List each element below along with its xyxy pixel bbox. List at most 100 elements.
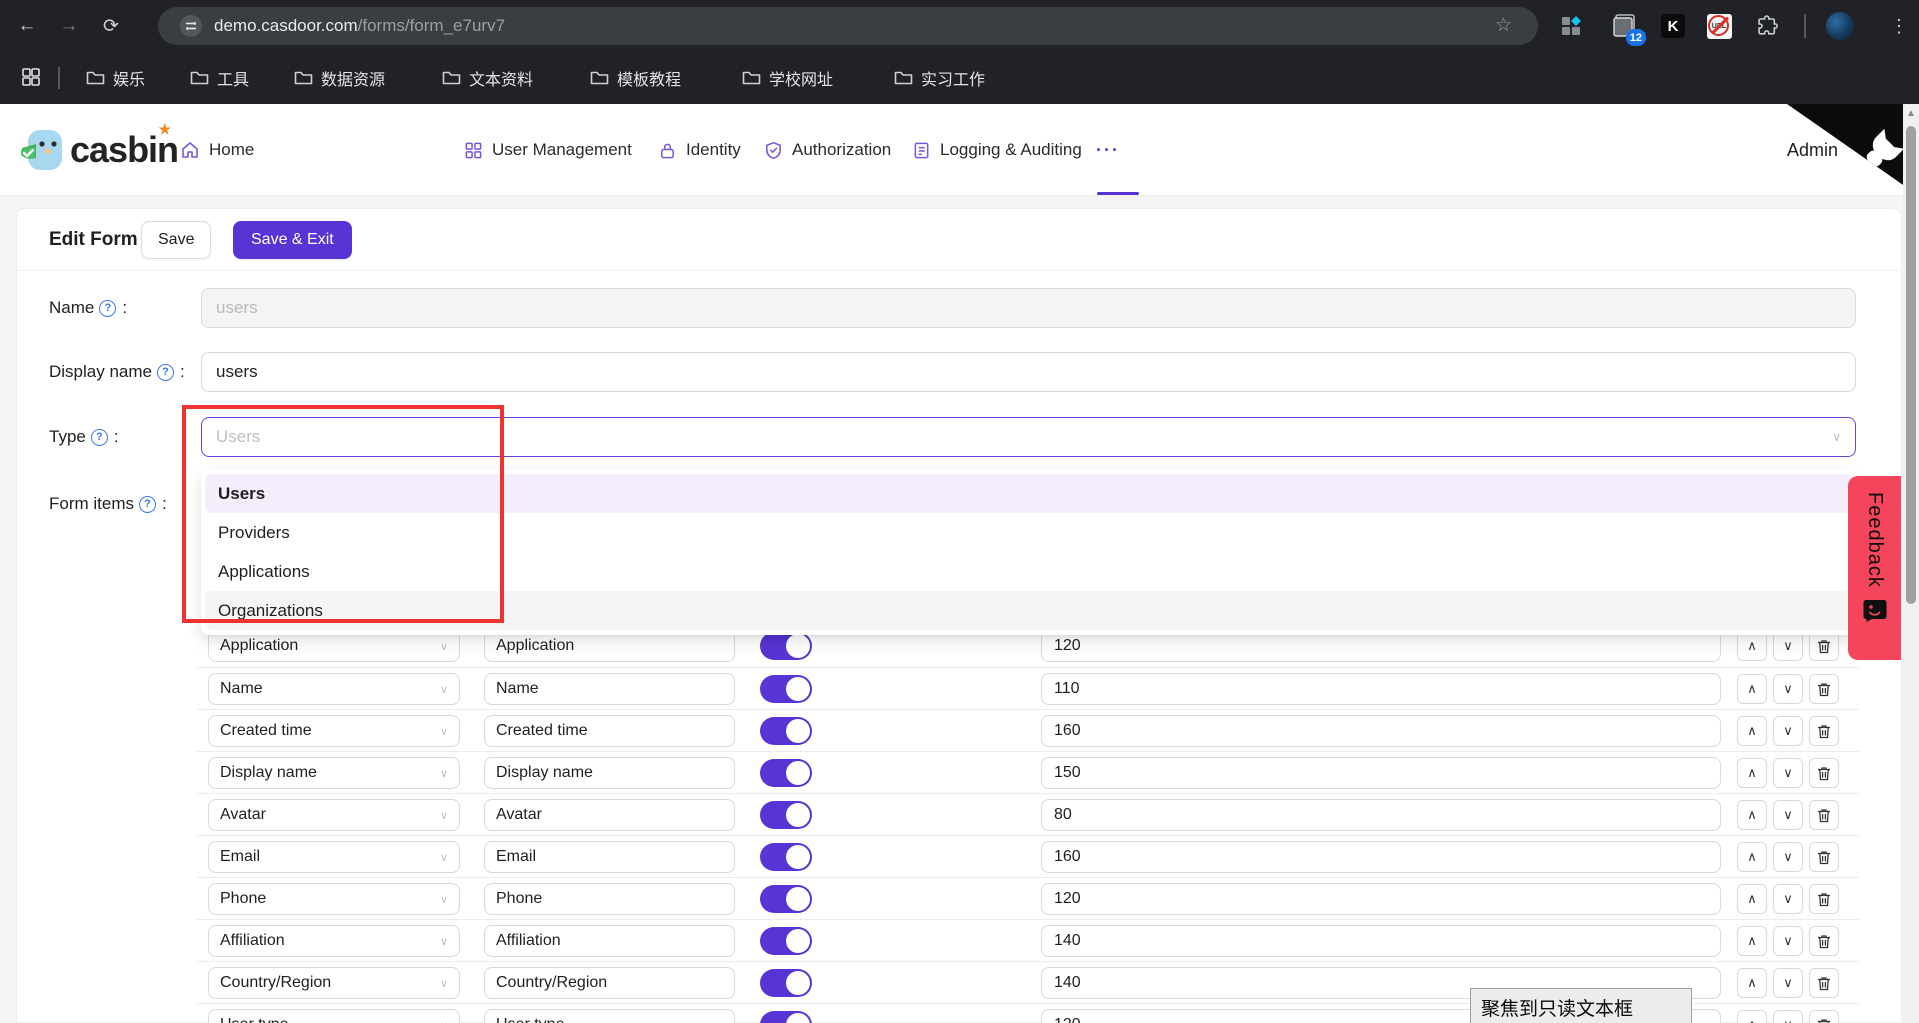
bookmark-folder[interactable]: 实习工作 xyxy=(894,52,985,104)
row-width-input[interactable] xyxy=(1041,841,1721,873)
move-down-button[interactable]: ∨ xyxy=(1773,800,1803,830)
scrollbar-up-arrow[interactable]: ▲ xyxy=(1903,106,1919,122)
type-select[interactable]: Users ∨ xyxy=(201,417,1856,457)
row-display-name-input[interactable] xyxy=(484,673,735,705)
page-scrollbar[interactable]: ▲ xyxy=(1903,104,1919,1023)
move-up-button[interactable]: ∧ xyxy=(1737,968,1767,998)
name-input[interactable] xyxy=(201,288,1856,328)
delete-row-button[interactable] xyxy=(1809,968,1839,998)
row-visible-toggle[interactable] xyxy=(760,969,812,997)
row-display-name-input[interactable] xyxy=(484,1009,735,1023)
bookmark-folder[interactable]: 数据资源 xyxy=(294,52,385,104)
dropdown-option[interactable]: Users xyxy=(205,474,1852,513)
row-display-name-input[interactable] xyxy=(484,925,735,957)
feedback-tab[interactable]: Feedback xyxy=(1848,476,1901,660)
save-exit-button[interactable]: Save & Exit xyxy=(233,221,352,259)
help-tooltip-icon[interactable]: ? xyxy=(157,364,174,381)
row-display-name-input[interactable] xyxy=(484,967,735,999)
bookmark-star-icon[interactable]: ☆ xyxy=(1495,14,1512,37)
delete-row-button[interactable] xyxy=(1809,716,1839,746)
extensions-puzzle-icon[interactable] xyxy=(1752,11,1782,41)
move-down-button[interactable]: ∨ xyxy=(1773,716,1803,746)
move-up-button[interactable]: ∧ xyxy=(1737,884,1767,914)
bookmark-folder[interactable]: 模板教程 xyxy=(590,52,681,104)
dropdown-option[interactable]: Providers xyxy=(205,513,1852,552)
move-down-button[interactable]: ∨ xyxy=(1773,631,1803,661)
url-text[interactable]: demo.casdoor.com/forms/form_e7urv7 xyxy=(214,7,505,45)
back-icon[interactable]: ← xyxy=(12,11,42,41)
move-up-button[interactable]: ∧ xyxy=(1737,758,1767,788)
help-tooltip-icon[interactable]: ? xyxy=(139,496,156,513)
extension-url-blocker-icon[interactable]: URL xyxy=(1704,11,1734,41)
dropdown-option[interactable]: Organizations xyxy=(205,591,1852,630)
move-up-button[interactable]: ∧ xyxy=(1737,1010,1767,1023)
save-button[interactable]: Save xyxy=(141,221,211,259)
delete-row-button[interactable] xyxy=(1809,631,1839,661)
extension-k-icon[interactable]: K xyxy=(1658,11,1688,41)
row-width-input[interactable] xyxy=(1041,757,1721,789)
nav-item-logging-auditing[interactable]: Logging & Auditing xyxy=(912,104,1082,196)
nav-item-home[interactable]: Home xyxy=(180,104,254,196)
browser-menu-icon[interactable]: ⋮ xyxy=(1884,11,1914,41)
row-visible-toggle[interactable] xyxy=(760,843,812,871)
row-visible-toggle[interactable] xyxy=(760,801,812,829)
bookmark-folder[interactable]: 娱乐 xyxy=(86,52,145,104)
row-display-name-input[interactable] xyxy=(484,715,735,747)
row-display-name-input[interactable] xyxy=(484,841,735,873)
delete-row-button[interactable] xyxy=(1809,1010,1839,1023)
move-down-button[interactable]: ∨ xyxy=(1773,674,1803,704)
row-visible-toggle[interactable] xyxy=(760,759,812,787)
move-up-button[interactable]: ∧ xyxy=(1737,674,1767,704)
browser-profile-avatar[interactable] xyxy=(1825,11,1855,41)
row-name-select[interactable]: Affiliation ∨ xyxy=(208,925,460,957)
row-name-select[interactable]: Display name ∨ xyxy=(208,757,460,789)
row-name-select[interactable]: User type ∨ xyxy=(208,1009,460,1023)
row-visible-toggle[interactable] xyxy=(760,885,812,913)
row-name-select[interactable]: Created time ∨ xyxy=(208,715,460,747)
scrollbar-thumb[interactable] xyxy=(1906,126,1916,604)
forward-icon[interactable]: → xyxy=(54,11,84,41)
row-visible-toggle[interactable] xyxy=(760,927,812,955)
nav-item-more[interactable]: ··· xyxy=(1096,104,1120,196)
bookmark-folder[interactable]: 文本资料 xyxy=(442,52,533,104)
move-down-button[interactable]: ∨ xyxy=(1773,842,1803,872)
row-width-input[interactable] xyxy=(1041,883,1721,915)
apps-grid-icon[interactable] xyxy=(22,68,40,91)
row-name-select[interactable]: Country/Region ∨ xyxy=(208,967,460,999)
nav-item-authorization[interactable]: Authorization xyxy=(764,104,891,196)
nav-item-user-management[interactable]: User Management xyxy=(464,104,632,196)
delete-row-button[interactable] xyxy=(1809,842,1839,872)
delete-row-button[interactable] xyxy=(1809,800,1839,830)
move-down-button[interactable]: ∨ xyxy=(1773,758,1803,788)
move-up-button[interactable]: ∧ xyxy=(1737,631,1767,661)
help-tooltip-icon[interactable]: ? xyxy=(99,300,116,317)
row-visible-toggle[interactable] xyxy=(760,1011,812,1023)
site-info-icon[interactable] xyxy=(180,15,202,37)
row-visible-toggle[interactable] xyxy=(760,632,812,660)
row-visible-toggle[interactable] xyxy=(760,675,812,703)
delete-row-button[interactable] xyxy=(1809,884,1839,914)
move-down-button[interactable]: ∨ xyxy=(1773,1010,1803,1023)
delete-row-button[interactable] xyxy=(1809,758,1839,788)
row-visible-toggle[interactable] xyxy=(760,717,812,745)
bookmark-folder[interactable]: 学校网址 xyxy=(742,52,833,104)
row-name-select[interactable]: Phone ∨ xyxy=(208,883,460,915)
move-up-button[interactable]: ∧ xyxy=(1737,926,1767,956)
address-bar[interactable]: demo.casdoor.com/forms/form_e7urv7 ☆ xyxy=(158,7,1538,45)
row-width-input[interactable] xyxy=(1041,925,1721,957)
move-down-button[interactable]: ∨ xyxy=(1773,884,1803,914)
casbin-logo[interactable]: casbin★ xyxy=(18,124,178,176)
row-name-select[interactable]: Email ∨ xyxy=(208,841,460,873)
help-tooltip-icon[interactable]: ? xyxy=(91,429,108,446)
row-name-select[interactable]: Name ∨ xyxy=(208,673,460,705)
reload-icon[interactable]: ⟳ xyxy=(96,11,126,41)
bookmark-folder[interactable]: 工具 xyxy=(190,52,249,104)
move-up-button[interactable]: ∧ xyxy=(1737,842,1767,872)
row-display-name-input[interactable] xyxy=(484,757,735,789)
delete-row-button[interactable] xyxy=(1809,926,1839,956)
move-down-button[interactable]: ∨ xyxy=(1773,926,1803,956)
dropdown-option[interactable]: Applications xyxy=(205,552,1852,591)
display-name-input[interactable] xyxy=(201,352,1856,392)
row-width-input[interactable] xyxy=(1041,715,1721,747)
move-up-button[interactable]: ∧ xyxy=(1737,716,1767,746)
